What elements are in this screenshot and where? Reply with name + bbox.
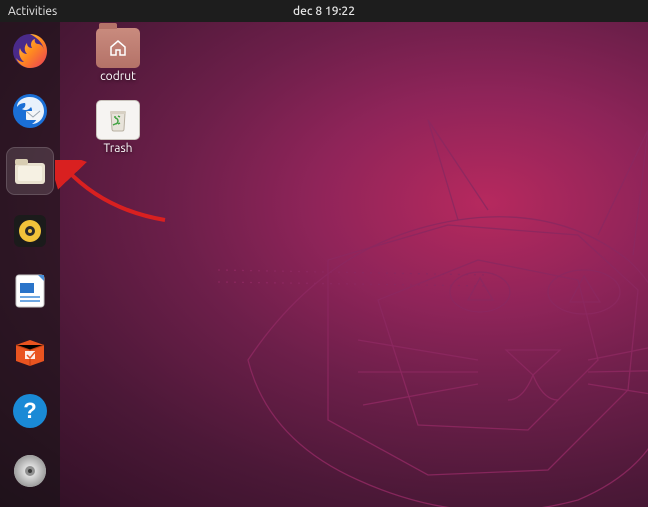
dock-help[interactable]: ? (7, 388, 53, 434)
dock-libreoffice-writer[interactable] (7, 268, 53, 314)
desktop[interactable]: codrut Trash (60, 22, 648, 507)
desktop-icon-label: Trash (103, 142, 132, 155)
activities-button[interactable]: Activities (8, 5, 57, 18)
software-icon (10, 331, 50, 371)
files-icon (10, 151, 50, 191)
dock-ubuntu-software[interactable] (7, 328, 53, 374)
folder-icon (96, 28, 140, 68)
dock-thunderbird[interactable] (7, 88, 53, 134)
firefox-icon (10, 31, 50, 71)
dock-firefox[interactable] (7, 28, 53, 74)
top-bar: Activities dec 8 19:22 (0, 0, 648, 22)
dock-rhythmbox[interactable] (7, 208, 53, 254)
trash-icon (96, 100, 140, 140)
svg-text:?: ? (23, 398, 36, 423)
desktop-icon-label: codrut (100, 70, 136, 83)
speaker-icon (10, 211, 50, 251)
clock[interactable]: dec 8 19:22 (293, 5, 355, 18)
disc-icon (10, 451, 50, 491)
thunderbird-icon (10, 91, 50, 131)
desktop-icon-trash[interactable]: Trash (80, 100, 156, 155)
dock: ? (0, 22, 60, 507)
dock-files[interactable] (7, 148, 53, 194)
dock-disc[interactable] (7, 448, 53, 494)
writer-icon (10, 271, 50, 311)
help-icon: ? (10, 391, 50, 431)
home-icon (108, 39, 128, 57)
desktop-icon-home[interactable]: codrut (80, 28, 156, 83)
